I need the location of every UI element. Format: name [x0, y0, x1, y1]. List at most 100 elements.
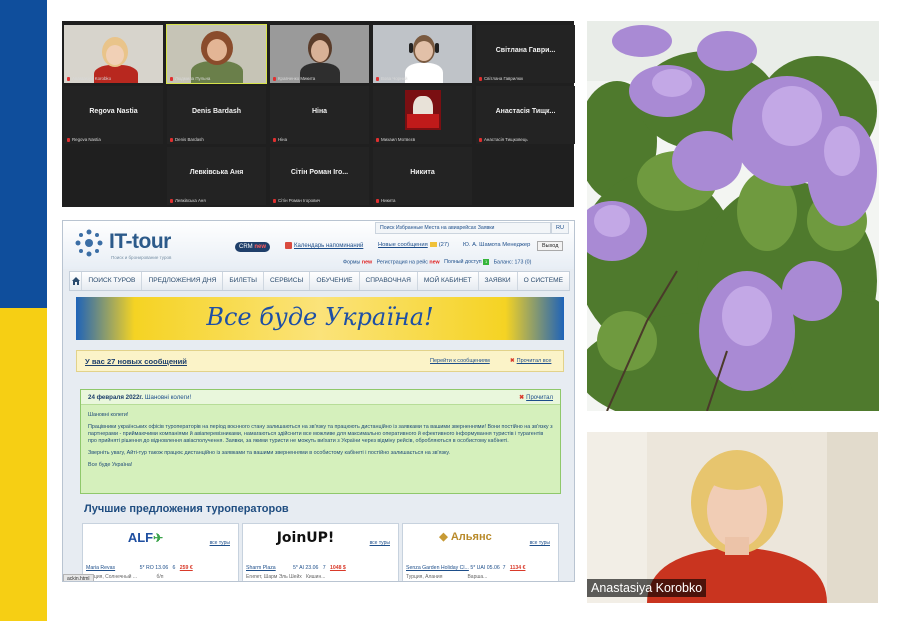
full-access-link[interactable]: Полный доступ 1 [444, 259, 490, 265]
participant-name: Кравченко Микита [273, 76, 315, 81]
flag-blue-stripe [0, 0, 47, 308]
logo-icon [73, 227, 105, 259]
mic-muted-icon [479, 137, 482, 142]
home-icon[interactable] [70, 272, 83, 290]
mic-muted-icon [67, 76, 70, 81]
notice-paragraph: Зверніть увагу, Айті-тур також працює ди… [88, 450, 451, 456]
participant-tile[interactable]: Кравченко Микита [270, 25, 369, 83]
notice-date: 24 февраля 2022г. Шановні колеги! [88, 394, 192, 401]
top-links[interactable]: Поиск Избранные Места на авиарейсах Заяв… [375, 222, 551, 234]
nav-item-search-tours[interactable]: ПОИСК ТУРОВ [82, 272, 143, 290]
mic-muted-icon [273, 137, 276, 142]
nav-item-orders[interactable]: ЗАЯВКИ [479, 272, 518, 290]
participant-display-name: Никита [410, 169, 435, 176]
participant-tile[interactable]: Вова Чорний [373, 25, 472, 83]
speaker-video[interactable]: Anastasiya Korobko [587, 432, 878, 603]
zoom-gallery: Anastasiya Korobko Людмила Пульна Кравче… [62, 21, 575, 207]
nav-item-tickets[interactable]: БИЛЕТЫ [223, 272, 265, 290]
notice-paragraph: Працівники українських офісів туроперато… [88, 424, 553, 444]
site-logo[interactable]: IT-tour [109, 230, 171, 254]
site-logo-subtitle: Поиск и бронирование туров [111, 255, 172, 260]
browser-status-bar: ackin.html [63, 574, 94, 581]
offers-title: Лучшие предложения туроператоров [84, 503, 289, 515]
forms-link[interactable]: Формы new [343, 259, 372, 265]
participant-display-name: Ніна [311, 108, 328, 115]
participant-name: Никита [376, 198, 395, 203]
participant-display-name: Анастасія Тищк... [495, 108, 556, 115]
nav-item-training[interactable]: ОБУЧЕНИЕ [310, 272, 360, 290]
mic-muted-icon [273, 76, 276, 81]
nav-item-about[interactable]: О СИСТЕМЕ [518, 272, 569, 290]
operator-logo[interactable]: JoinUP! [243, 530, 368, 546]
nav-item-day-offers[interactable]: ПРЕДЛОЖЕНИЯ ДНЯ [142, 272, 224, 290]
nav-item-reference[interactable]: СПРАВОЧНАЯ [360, 272, 418, 290]
notice-header: 24 февраля 2022г. Шановні колеги! ✖ Прочи… [81, 390, 560, 405]
participant-tile[interactable]: Regova Nastia Regova Nastia [64, 86, 163, 144]
participant-name: Михаил Мотвєєв [376, 137, 415, 142]
participant-tile[interactable]: Сітін Роман Іго... Сітін Роман Ігорович [270, 147, 369, 205]
logout-button[interactable]: Выход [537, 241, 564, 251]
notice-message: 24 февраля 2022г. Шановні колеги! ✖ Прочи… [80, 389, 561, 494]
all-tours-link[interactable]: все туры [210, 540, 230, 546]
offer-place: Турция, Алания Варша... [406, 574, 488, 580]
mic-muted-icon [479, 76, 482, 81]
participant-name: Denis Bardash [170, 137, 204, 142]
crm-button[interactable]: CRM new [235, 242, 271, 252]
participant-name: Regova Nastia [67, 137, 101, 142]
new-messages-link[interactable]: Новые сообщения (27) [378, 242, 449, 248]
mark-all-read-link[interactable]: ✖ Прочитал все [510, 358, 551, 364]
mic-muted-icon [376, 198, 379, 203]
participant-tile[interactable]: Никита Никита [373, 147, 472, 205]
language-selector[interactable]: RU [551, 222, 569, 234]
user-name[interactable]: Ю. А. Шамота Менеджер [463, 242, 530, 248]
participant-name: Левківська Аня [170, 198, 206, 203]
operator-logo[interactable]: ◆ Альянс [403, 530, 528, 543]
all-tours-link[interactable]: все туры [370, 540, 390, 546]
mic-muted-icon [376, 76, 379, 81]
mic-muted-icon [273, 198, 276, 203]
participant-tile[interactable]: Людмила Пульна [166, 24, 267, 84]
mic-muted-icon [170, 76, 173, 81]
mic-muted-icon [67, 137, 70, 142]
mic-muted-icon [170, 137, 173, 142]
notice-body: Шановні колеги! Працівники українських о… [88, 412, 553, 474]
participant-avatar-image [405, 90, 441, 130]
site-header: IT-tour Поиск и бронирование туров CRM n… [63, 221, 574, 269]
ukraine-banner: Все буде Україна! [76, 297, 564, 340]
participant-tile[interactable]: Denis Bardash Denis Bardash [167, 86, 266, 144]
participant-name: Anastasiya Korobko [67, 76, 111, 81]
participant-display-name: Світлана Гаври... [495, 47, 556, 54]
offer-place: Греция, Солнечный ... б/п [86, 574, 164, 580]
mic-muted-icon [170, 198, 173, 203]
banner-text: Все буде Україна! [206, 303, 434, 331]
close-icon: ✖ [519, 395, 525, 401]
participant-tile[interactable]: Світлана Гаври... Світлана Гаврилюк [476, 25, 575, 83]
registration-link[interactable]: Регистрация на рейс new [377, 259, 440, 265]
notice-read-link[interactable]: ✖ Прочитал [519, 394, 553, 401]
nav-item-my-cabinet[interactable]: МОЙ КАБИНЕТ [418, 272, 479, 290]
offer-row[interactable]: Maria Revas 5* RO 13.06 6 259 € [86, 565, 193, 571]
envelope-icon [429, 242, 437, 247]
nav-item-services[interactable]: СЕРВИСЫ [264, 272, 311, 290]
operator-logo[interactable]: ALF✈ [83, 530, 208, 545]
go-to-messages-link[interactable]: Перейти к сообщениям [430, 358, 490, 364]
calendar-link[interactable]: Календарь напоминаний [285, 242, 363, 249]
messages-count-link[interactable]: У вас 27 новых сообщений [85, 357, 187, 366]
participant-display-name: Regova Nastia [89, 108, 138, 115]
participant-tile[interactable]: Ніна Ніна [270, 86, 369, 144]
screen: Anastasiya Korobko Людмила Пульна Кравче… [0, 0, 900, 621]
offer-row[interactable]: Senza Garden Holiday Cl... 5* UAI 05.06 … [406, 565, 525, 571]
participant-tile[interactable]: Anastasiya Korobko [64, 25, 163, 83]
offer-row[interactable]: Sharm Plaza 5* AI 23.06 7 1048 $ [246, 565, 346, 571]
calendar-icon [285, 242, 292, 249]
notice-paragraph: Шановні колеги! [88, 412, 129, 418]
offer-card: ◆ Альянс все туры Senza Garden Holiday C… [402, 523, 559, 581]
participant-tile[interactable]: Михаил Мотвєєв [373, 86, 472, 144]
flag-yellow-stripe [0, 308, 47, 621]
offer-card: ALF✈ все туры Maria Revas 5* RO 13.06 6 … [82, 523, 239, 581]
participant-display-name: Denis Bardash [191, 108, 242, 115]
participant-name: Анастасія Тищковець [479, 137, 528, 142]
participant-tile[interactable]: Анастасія Тищк... Анастасія Тищковець [476, 86, 575, 144]
all-tours-link[interactable]: все туры [530, 540, 550, 546]
participant-tile[interactable]: Левківська Аня Левківська Аня [167, 147, 266, 205]
